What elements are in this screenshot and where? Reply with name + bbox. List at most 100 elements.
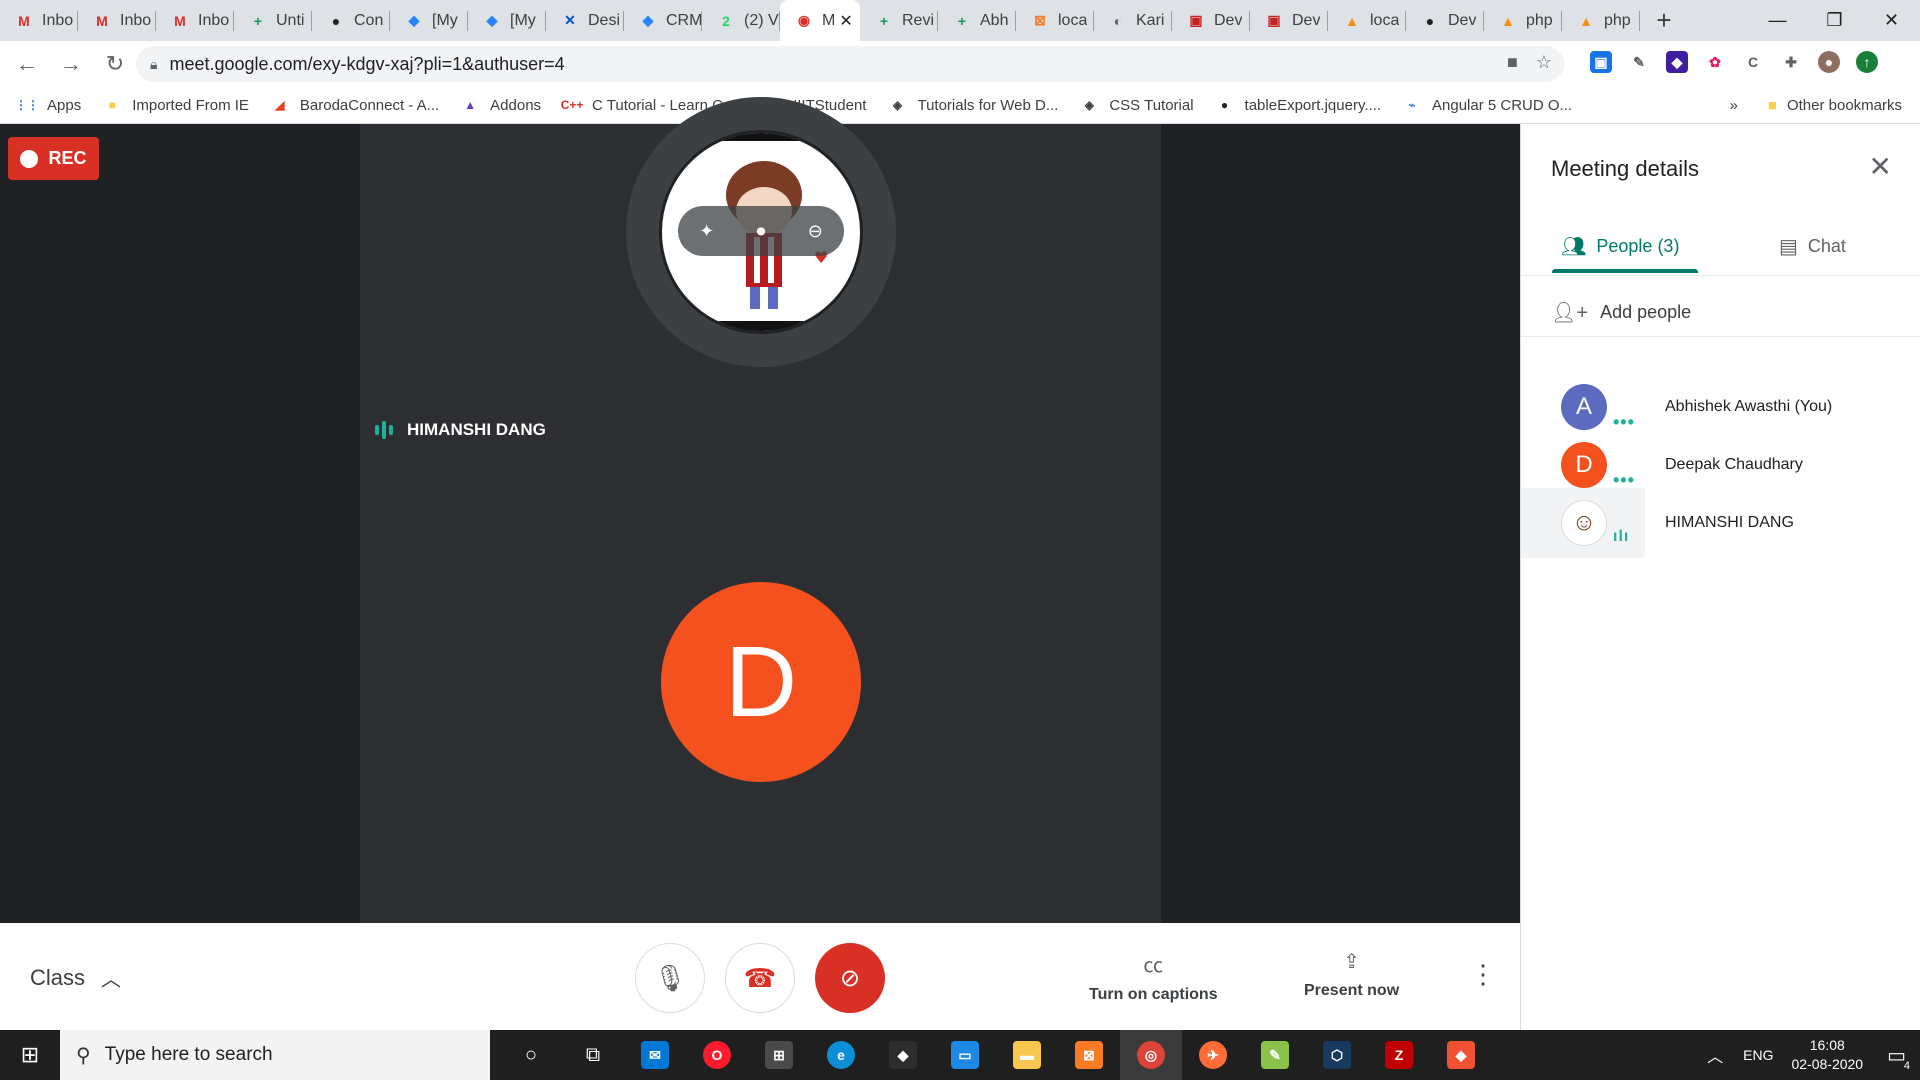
clock[interactable]: 16:08 02-08-2020: [1791, 1036, 1863, 1074]
browser-tab[interactable]: + Unti: [234, 0, 312, 41]
forward-button[interactable]: →: [54, 47, 88, 81]
close-tab-icon[interactable]: ✕: [839, 11, 852, 31]
clock-date: 02-08-2020: [1791, 1056, 1864, 1072]
browser-tab[interactable]: M Inbo: [78, 0, 156, 41]
browser-tab[interactable]: ● Con: [312, 0, 390, 41]
eyedropper-extension-icon[interactable]: ✎: [1628, 51, 1650, 73]
notification-count: 4: [1903, 1059, 1910, 1072]
xampp-app[interactable]: ⊠: [1058, 1030, 1120, 1080]
cube-extension-icon[interactable]: ◆: [1666, 51, 1688, 73]
add-people-button[interactable]: 👤︎+ Add people: [1551, 292, 1691, 332]
bookmark-item[interactable]: ◈ Tutorials for Web D...: [888, 96, 1059, 114]
browser-tab[interactable]: ◐ Kari: [1094, 0, 1172, 41]
git-kraken-app[interactable]: ◆: [872, 1030, 934, 1080]
postman-app[interactable]: ✈: [1182, 1030, 1244, 1080]
notifications-button[interactable]: ▭ 4: [1887, 1043, 1910, 1072]
camera-off-button[interactable]: ⊘: [815, 943, 885, 1013]
screen-cast-extension-icon[interactable]: ▣: [1590, 51, 1612, 73]
address-bar[interactable]: 🔒︎ meet.google.com/exy-kdgv-xaj?pli=1&au…: [136, 46, 1564, 82]
bookmark-item[interactable]: ◈ CSS Tutorial: [1080, 96, 1194, 114]
browser-tab[interactable]: M Inbo: [156, 0, 234, 41]
close-window-button[interactable]: ✕: [1863, 0, 1920, 41]
browser-tab[interactable]: ▲ php: [1484, 0, 1562, 41]
pin-button[interactable]: ✦: [699, 221, 714, 242]
active-tab-indicator: [1552, 269, 1698, 273]
bookmark-star-icon[interactable]: ☆: [1536, 52, 1552, 73]
camera-icon[interactable]: ■: [1507, 52, 1518, 73]
puzzle-extensions-icon[interactable]: ✚: [1780, 51, 1802, 73]
back-button[interactable]: ←: [10, 47, 44, 81]
bookmark-item[interactable]: ⌁ Angular 5 CRUD O...: [1403, 96, 1572, 114]
leave-call-button[interactable]: ☎︎: [725, 943, 795, 1013]
edge-app[interactable]: e: [810, 1030, 872, 1080]
bookmark-item[interactable]: ▲ Addons: [461, 96, 541, 114]
color-wheel-extension-icon[interactable]: ✿: [1704, 51, 1726, 73]
bookmark-item[interactable]: ■ Imported From IE: [103, 96, 249, 114]
present-screen-icon: ⇪: [1343, 951, 1360, 973]
sheets-icon: +: [957, 12, 967, 29]
browser-tab[interactable]: ⊠ loca: [1016, 0, 1094, 41]
cortana-button[interactable]: ○: [500, 1030, 562, 1080]
browser-tab[interactable]: ▲ loca: [1328, 0, 1406, 41]
task-view-button[interactable]: ⧉: [562, 1030, 624, 1080]
browser-tab[interactable]: ▣ Dev: [1172, 0, 1250, 41]
addons-icon: ▲: [464, 98, 477, 112]
present-now-button[interactable]: ⇪ Present now: [1304, 949, 1399, 1000]
browser-tab[interactable]: 2 (2) V: [702, 0, 780, 41]
browser-tab[interactable]: + Revi: [860, 0, 938, 41]
microphone-button[interactable]: 🎙︎: [635, 943, 705, 1013]
browser-tab[interactable]: ◆ [My: [468, 0, 546, 41]
store-app[interactable]: ⊞: [748, 1030, 810, 1080]
bookmark-item[interactable]: ● tableExport.jquery....: [1216, 96, 1381, 114]
mute-participant-button[interactable]: ⏺: [756, 221, 765, 242]
browser-tab[interactable]: ◆ CRM: [624, 0, 702, 41]
speaker-name-label: HIMANSHI DANG: [375, 420, 546, 440]
tab-title: Unti: [276, 11, 305, 29]
captions-button[interactable]: ㏄ Turn on captions: [1089, 949, 1218, 1004]
participant-row[interactable]: ☺ ılı HIMANSHI DANG: [1521, 488, 1920, 558]
meeting-details-toggle[interactable]: Class ︿: [30, 963, 121, 992]
taskbar-search[interactable]: ⚲ Type here to search: [60, 1030, 490, 1080]
people-tab-label: People (3): [1596, 235, 1680, 256]
minimize-button[interactable]: —: [1749, 0, 1806, 41]
remove-participant-button[interactable]: ⊖: [808, 221, 823, 242]
browser-tab[interactable]: + Abh: [938, 0, 1016, 41]
browser-tab[interactable]: ▣ Dev: [1250, 0, 1328, 41]
remote-desktop-app[interactable]: ▭: [934, 1030, 996, 1080]
more-options-button[interactable]: ⋮: [1470, 961, 1496, 987]
virtualbox-app[interactable]: ⬡: [1306, 1030, 1368, 1080]
tab-title: php: [1526, 11, 1553, 29]
notepad-plus-app[interactable]: ✎: [1244, 1030, 1306, 1080]
tray-overflow-icon[interactable]: ︿: [1707, 1043, 1723, 1067]
close-panel-button[interactable]: ✕: [1869, 150, 1892, 183]
browser-tab[interactable]: ✕ Desi: [546, 0, 624, 41]
tab-people[interactable]: 👥︎ People (3): [1561, 216, 1679, 276]
reload-button[interactable]: ↻: [98, 47, 132, 81]
opera-app[interactable]: O: [686, 1030, 748, 1080]
new-tab-button[interactable]: +: [1644, 0, 1684, 41]
profile-avatar-icon[interactable]: ●: [1818, 51, 1840, 73]
file-explorer-app[interactable]: ▬: [996, 1030, 1058, 1080]
tab-active[interactable]: ◉ M ✕: [780, 0, 860, 41]
language-indicator[interactable]: ENG: [1743, 1047, 1773, 1063]
rec-label: REC: [48, 148, 87, 168]
browser-tab[interactable]: ▲ php: [1562, 0, 1640, 41]
tab-strip: M Inbo M Inbo M Inbo + Unti ● Con ◆ [My ◆ [My ✕ Desi ◆ CR…: [0, 0, 1920, 41]
restore-button[interactable]: ❐: [1806, 0, 1863, 41]
css-extension-icon[interactable]: C: [1742, 51, 1764, 73]
other-bookmarks-label[interactable]: Other bookmarks: [1787, 97, 1902, 114]
tab-chat[interactable]: ▤ Chat: [1779, 216, 1846, 276]
filezilla-app[interactable]: Z: [1368, 1030, 1430, 1080]
bookmark-item[interactable]: ⋮⋮ Apps: [15, 96, 81, 114]
browser-tab[interactable]: ● Dev: [1406, 0, 1484, 41]
mail-app[interactable]: ✉: [624, 1030, 686, 1080]
browser-tab[interactable]: M Inbo: [0, 0, 78, 41]
chrome-app[interactable]: ◎: [1120, 1030, 1182, 1080]
bookmarks-overflow-button[interactable]: »: [1730, 97, 1738, 114]
update-icon[interactable]: ↑: [1856, 51, 1878, 73]
browser-tab[interactable]: ◆ [My: [390, 0, 468, 41]
phpmyadmin-icon: ▲: [1579, 12, 1593, 29]
git-app[interactable]: ◆: [1430, 1030, 1492, 1080]
start-button[interactable]: ⊞: [0, 1030, 60, 1080]
bookmark-item[interactable]: ◢ BarodaConnect - A...: [271, 96, 439, 114]
